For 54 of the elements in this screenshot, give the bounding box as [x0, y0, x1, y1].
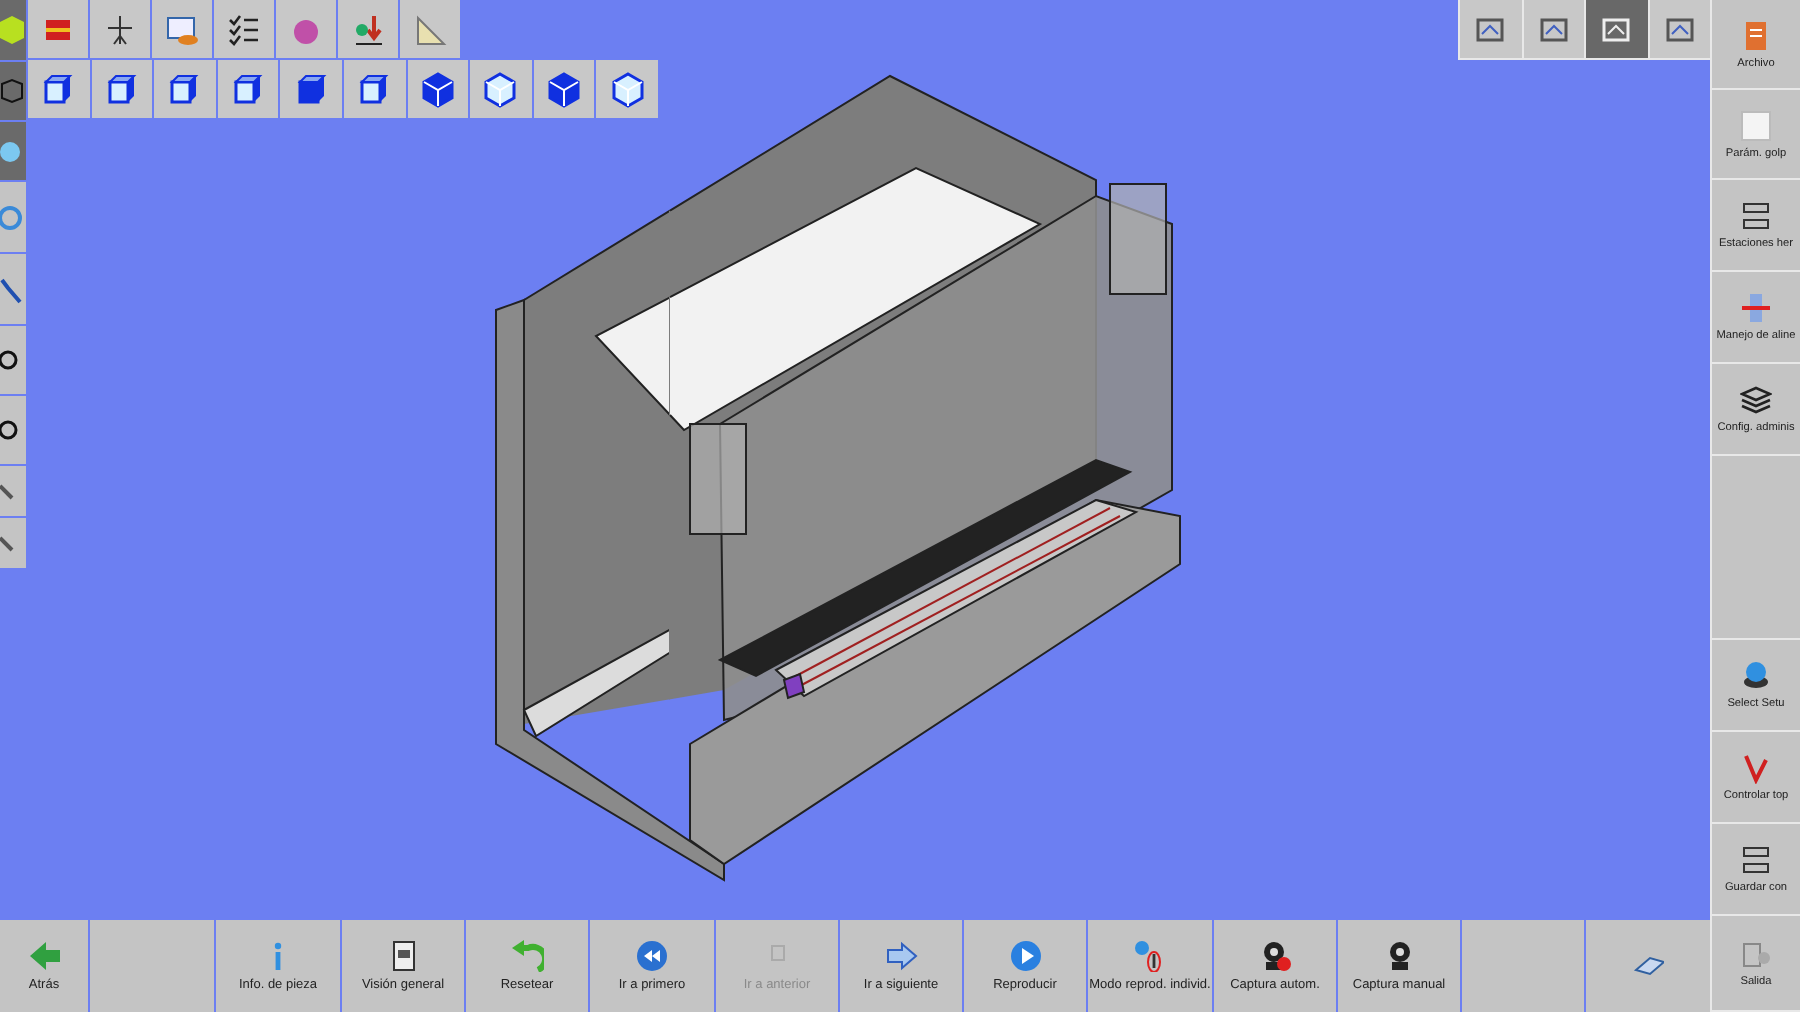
cube-icon: [40, 71, 77, 107]
view-button[interactable]: [1586, 0, 1647, 58]
side-tool-button[interactable]: [0, 326, 26, 394]
toolbar-button[interactable]: [152, 0, 212, 58]
down-arrow-icon: [350, 11, 386, 47]
triangle-ruler-icon: [412, 11, 448, 47]
cube-icon: [0, 77, 24, 105]
view-button[interactable]: [1460, 0, 1521, 58]
cube-icon: [103, 71, 140, 107]
cube-icon: [356, 71, 393, 107]
cube-icon: [546, 71, 583, 107]
cube-icon: [419, 71, 456, 107]
view-cube-button[interactable]: [280, 60, 342, 118]
exit-icon: [1740, 938, 1772, 970]
left-arrow-icon: [28, 940, 60, 972]
cube-icon: [482, 71, 519, 107]
checklist-icon: [226, 11, 262, 47]
undo-arrow-icon: [511, 940, 543, 972]
rewind-icon: [636, 940, 668, 972]
toolbar-button[interactable]: [90, 0, 150, 58]
sheet-icon: [1740, 109, 1772, 141]
view-cube-button[interactable]: [154, 60, 216, 118]
view-cube-button[interactable]: [407, 60, 469, 118]
caliper-icon: [1740, 752, 1772, 784]
view-button[interactable]: [1523, 0, 1584, 58]
document-icon: [387, 940, 419, 972]
play-tool-icon: [1134, 940, 1166, 972]
play-icon: [1009, 940, 1041, 972]
view-cube-button[interactable]: [91, 60, 153, 118]
cube-icon: [166, 71, 203, 107]
globe-icon: [0, 203, 24, 231]
layers-icon: [1740, 384, 1772, 416]
right-arrow-icon: [885, 940, 917, 972]
cube-icon: [609, 71, 646, 107]
alignment-icon: [1740, 292, 1772, 324]
side-tool-button[interactable]: [0, 396, 26, 464]
stations-icon: [1740, 844, 1772, 876]
cube-icon: [293, 71, 330, 107]
view-cube-button[interactable]: [533, 60, 595, 118]
camera-record-icon: [1259, 940, 1291, 972]
view-cube-button[interactable]: [343, 60, 406, 118]
view-cube-button[interactable]: [28, 60, 90, 118]
sphere-icon: [0, 137, 24, 165]
view-cube-button[interactable]: [470, 60, 532, 118]
table-icon: [164, 11, 200, 47]
disc-stack-icon: [1740, 660, 1772, 692]
toolbar-button[interactable]: [214, 0, 274, 58]
view-cube-button[interactable]: [217, 60, 279, 118]
document-icon: [1740, 19, 1772, 51]
figure-icon: [102, 11, 138, 47]
view-button[interactable]: [1649, 0, 1710, 58]
cube-icon: [230, 71, 267, 107]
stations-icon: [1740, 200, 1772, 232]
view-cube-button[interactable]: [596, 60, 658, 118]
